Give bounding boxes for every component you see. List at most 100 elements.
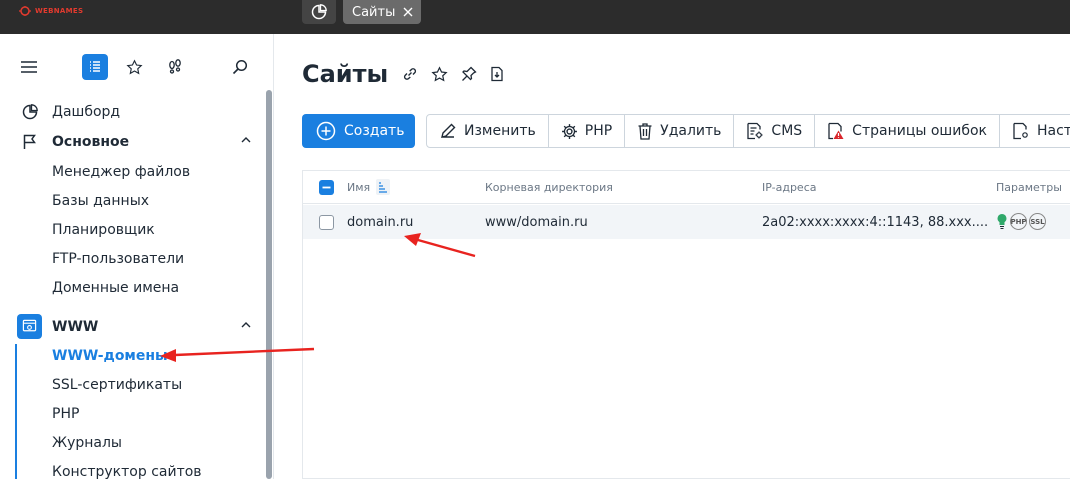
document-settings-icon (747, 122, 763, 140)
link-icon[interactable] (402, 66, 418, 82)
download-doc-icon[interactable] (490, 66, 504, 82)
sidebar-scrollbar[interactable] (266, 90, 272, 479)
select-all-checkbox[interactable] (319, 180, 334, 195)
tab-sites[interactable]: Сайты (343, 0, 422, 24)
settings-button-label: Наст (1036, 123, 1070, 139)
logo: WEBNAMES (18, 5, 83, 17)
lightbulb-icon (997, 214, 1007, 230)
plus-circle-icon (316, 121, 336, 141)
table-header: Имя Корневая директория IP-адреса Параме… (303, 171, 1070, 204)
pencil-icon (441, 123, 456, 138)
sidebar-item-label: SSL-сертификаты (52, 376, 183, 393)
column-header-name[interactable]: Имя (347, 181, 370, 194)
cms-button[interactable]: CMS (734, 115, 816, 147)
menu-button[interactable] (16, 54, 42, 80)
sidebar-item-label: Планировщик (52, 221, 155, 238)
sidebar-item-scheduler[interactable]: Планировщик (0, 215, 266, 244)
sidebar-item-label: Основное (52, 133, 130, 150)
warning-document-icon (828, 122, 844, 140)
row-checkbox[interactable] (319, 215, 334, 230)
flag-icon (20, 132, 40, 152)
search-button[interactable] (227, 54, 253, 80)
sidebar-item-www-domains[interactable]: WWW-домены (0, 341, 266, 370)
chevron-up-icon[interactable] (241, 321, 251, 328)
sidebar-item-label: WWW-домены (52, 347, 168, 364)
close-icon[interactable] (403, 7, 413, 17)
tab-sites-label: Сайты (352, 4, 396, 20)
footsteps-icon (169, 59, 181, 74)
chevron-up-icon[interactable] (241, 136, 251, 143)
sidebar-item-label: Журналы (52, 434, 122, 451)
sidebar-item-label: Конструктор сайтов (52, 463, 202, 480)
sidebar-item-site-builder[interactable]: Конструктор сайтов (0, 457, 266, 486)
sidebar-item-label: Дашборд (52, 103, 121, 120)
sidebar-item-label: Базы данных (52, 192, 150, 209)
php-badge: PHP (1010, 213, 1027, 230)
star-icon[interactable] (431, 66, 448, 83)
table-row[interactable]: domain.ru www/domain.ru 2a02:xxxx:xxxx:4… (303, 205, 1070, 239)
sidebar-item-databases[interactable]: Базы данных (0, 186, 266, 215)
delete-button-label: Удалить (660, 123, 722, 139)
tab-dashboard[interactable] (302, 0, 336, 24)
site-root-dir: www/domain.ru (485, 215, 588, 230)
page-title: Сайты (302, 60, 389, 88)
sidebar-item-file-manager[interactable]: Менеджер файлов (0, 157, 266, 186)
sidebar-toolbar (0, 54, 266, 80)
pin-icon[interactable] (461, 66, 477, 82)
sidebar-group-main[interactable]: Основное (0, 127, 266, 156)
action-group: Изменить PHP Удалить CMS Страницы ошибок… (426, 114, 1070, 148)
pie-chart-icon (311, 4, 327, 20)
trash-icon (638, 123, 652, 140)
sidebar-item-domain-names[interactable]: Доменные имена (0, 273, 266, 302)
sidebar-item-logs[interactable]: Журналы (0, 428, 266, 457)
error-pages-button[interactable]: Страницы ошибок (815, 115, 1000, 147)
footsteps-button[interactable] (162, 54, 188, 80)
delete-button[interactable]: Удалить (625, 115, 735, 147)
column-header-params[interactable]: Параметры (996, 181, 1062, 194)
sidebar-item-label: PHP (52, 405, 80, 422)
sidebar: Дашборд Основное Менеджер файлов Базы да… (0, 34, 274, 480)
www-icon (17, 314, 42, 339)
column-header-ip[interactable]: IP-адреса (762, 181, 817, 194)
create-button[interactable]: Создать (302, 114, 415, 148)
column-header-root[interactable]: Корневая директория (485, 181, 613, 194)
sidebar-item-label: Доменные имена (52, 279, 180, 296)
sidebar-item-label: Менеджер файлов (52, 163, 191, 180)
create-button-label: Создать (344, 123, 405, 139)
settings-button[interactable]: Наст (1000, 115, 1070, 147)
site-ip-addresses: 2a02:xxxx:xxxx:4::1143, 88.xxx.... (762, 215, 989, 230)
php-button-label: PHP (584, 123, 613, 139)
gear-icon (561, 123, 577, 139)
toolbar: Создать Изменить PHP Удалить CMS Страниц… (302, 114, 1070, 148)
site-name[interactable]: domain.ru (347, 215, 413, 230)
sidebar-item-ssl-certificates[interactable]: SSL-сертификаты (0, 370, 266, 399)
list-icon (90, 61, 100, 72)
site-params: PHP SSL (996, 213, 1046, 230)
edit-button-label: Изменить (464, 123, 536, 139)
title-actions (402, 66, 504, 83)
star-icon (125, 58, 143, 74)
top-bar: WEBNAMES Сайты (0, 0, 1070, 34)
ssl-badge: SSL (1029, 213, 1046, 230)
main-content: Сайты Создать Изменить PHP Удалить CMS С… (274, 34, 1070, 479)
sidebar-item-label: WWW (52, 318, 99, 335)
php-button[interactable]: PHP (549, 115, 626, 147)
favorites-button[interactable] (121, 54, 147, 80)
sort-icon[interactable] (376, 179, 390, 195)
minus-icon (322, 186, 331, 189)
sites-table: Имя Корневая директория IP-адреса Параме… (302, 170, 1070, 479)
sidebar-item-label: FTP-пользователи (52, 250, 185, 267)
error-pages-button-label: Страницы ошибок (852, 123, 987, 139)
document-gear-icon (1013, 122, 1028, 140)
logo-icon (19, 6, 31, 16)
logo-text: WEBNAMES (35, 7, 84, 15)
sidebar-item-php[interactable]: PHP (0, 399, 266, 428)
hamburger-icon (21, 61, 37, 73)
sidebar-group-www[interactable]: WWW (0, 312, 266, 341)
edit-button[interactable]: Изменить (427, 115, 549, 147)
list-view-button[interactable] (82, 54, 108, 80)
sidebar-item-dashboard[interactable]: Дашборд (0, 97, 266, 126)
sidebar-item-ftp-users[interactable]: FTP-пользователи (0, 244, 266, 273)
pie-chart-icon (20, 102, 40, 122)
search-icon (232, 59, 248, 75)
